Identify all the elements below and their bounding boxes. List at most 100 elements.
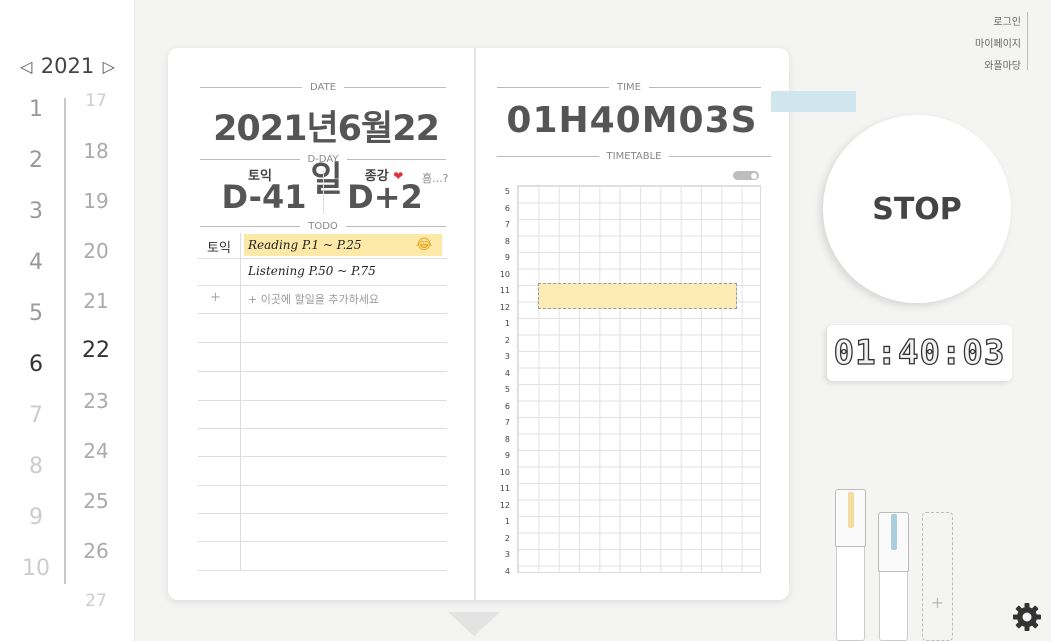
bottom-toggle-tab-icon[interactable] <box>448 612 500 636</box>
hour-label: 12 <box>499 302 510 312</box>
todo-row-line <box>198 400 447 401</box>
blue-pen-clip <box>891 514 897 550</box>
timetable-grid[interactable] <box>517 185 761 573</box>
stop-label: STOP <box>872 191 962 227</box>
next-year-icon[interactable]: ▷ <box>103 57 115 76</box>
lcd-time: 01:40:03 <box>833 332 1006 373</box>
month-item[interactable]: 10 <box>18 547 54 598</box>
hour-label: 2 <box>504 533 510 543</box>
day-item[interactable]: 18 <box>74 134 118 184</box>
hour-label: 5 <box>504 385 510 394</box>
dday-label: D-DAY <box>307 153 339 165</box>
mypage-link[interactable]: 마이페이지 <box>975 34 1021 56</box>
login-link[interactable]: 로그인 <box>975 12 1021 34</box>
laughing-emoji-icon: 😂 <box>416 237 433 253</box>
month-item[interactable]: 7 <box>18 394 54 445</box>
todo-section-label: TODO <box>200 219 446 233</box>
day-item[interactable]: 24 <box>74 434 118 484</box>
nav-divider <box>1027 12 1028 70</box>
hour-label: 9 <box>504 451 510 460</box>
day-item[interactable]: 21 <box>74 284 118 334</box>
wapple-link[interactable]: 와플마당 <box>975 56 1021 78</box>
todo-category: 토익 <box>207 241 231 256</box>
month-item[interactable]: 8 <box>18 445 54 496</box>
day-item[interactable]: 22 <box>74 334 118 384</box>
hour-label: 7 <box>504 418 510 427</box>
hour-label: 6 <box>504 203 510 213</box>
month-item[interactable]: 3 <box>18 190 54 241</box>
calendar-divider <box>64 98 66 584</box>
month-item[interactable]: 9 <box>18 496 54 547</box>
year-selector: ◁ 2021 ▷ <box>20 54 115 78</box>
hour-label: 3 <box>504 352 510 361</box>
month-item[interactable]: 2 <box>18 139 54 190</box>
todo-row-line <box>198 313 447 314</box>
time-label: TIME <box>617 81 642 93</box>
yellow-pen-clip <box>848 492 854 528</box>
day-item[interactable]: 27 <box>74 584 118 634</box>
dday-section-label: D-DAY <box>200 152 446 166</box>
dday-divider <box>323 170 324 214</box>
hour-label: 11 <box>499 484 510 493</box>
hour-label: 3 <box>504 550 510 559</box>
prev-year-icon[interactable]: ◁ <box>20 57 32 76</box>
date-label: DATE <box>310 81 337 93</box>
day-item[interactable]: 20 <box>74 234 118 284</box>
hour-label: 7 <box>504 220 510 229</box>
add-todo-input[interactable]: + 이곳에 할일을 추가하세요 <box>248 291 379 307</box>
month-item[interactable]: 5 <box>18 292 54 343</box>
hour-label: 10 <box>499 269 510 279</box>
day-item[interactable]: 25 <box>74 484 118 534</box>
hour-label: 2 <box>504 335 510 345</box>
todo-row-line <box>198 342 447 343</box>
timetable-label: TIMETABLE <box>606 150 662 162</box>
dday-value-semester[interactable]: D+2 <box>335 178 435 216</box>
hour-label: 4 <box>504 368 510 378</box>
hour-label: 9 <box>504 253 510 262</box>
day-item[interactable]: 26 <box>74 534 118 584</box>
hour-label: 12 <box>499 500 510 510</box>
add-todo-plus-icon[interactable]: + <box>210 290 221 305</box>
hour-label: 8 <box>504 434 510 444</box>
todo-column-divider <box>240 233 241 570</box>
todo-item-reading[interactable]: Reading P.1 ~ P.25 <box>244 234 442 256</box>
hour-label: 1 <box>504 319 510 328</box>
timetable-study-slot[interactable] <box>538 283 737 309</box>
time-display: 01H40M03S <box>506 100 758 141</box>
todo-row-line <box>198 258 447 259</box>
washi-tape <box>771 91 856 112</box>
month-item[interactable]: 1 <box>18 88 54 139</box>
stop-button[interactable]: STOP <box>823 115 1011 303</box>
timetable-hours: 5 6 7 8 9 10 11 12 1 2 3 4 5 6 7 8 9 10 11 12 1 2 3 4 <box>496 185 510 581</box>
add-pen-plus-icon: + <box>930 593 945 612</box>
day-item[interactable]: 23 <box>74 384 118 434</box>
timetable-section-label: TIMETABLE <box>497 149 771 163</box>
hour-label: 8 <box>504 236 510 246</box>
dday-more-text[interactable]: 흠...? <box>422 170 448 186</box>
settings-gear-icon[interactable] <box>1011 601 1043 633</box>
day-item[interactable]: 17 <box>74 84 118 134</box>
day-list: 17 18 19 20 21 22 23 24 25 26 27 <box>74 84 118 634</box>
month-item[interactable]: 6 <box>18 343 54 394</box>
todo-row-line <box>198 513 447 514</box>
todo-label: TODO <box>308 220 338 232</box>
todo-row-line <box>198 456 447 457</box>
day-item[interactable]: 19 <box>74 184 118 234</box>
todo-row-line <box>198 485 447 486</box>
timetable-toggle[interactable] <box>733 171 759 180</box>
month-item[interactable]: 4 <box>18 241 54 292</box>
calendar-sidebar: ◁ 2021 ▷ 1 2 3 4 5 6 7 8 9 10 17 18 19 20 21 22 23 24 25 2… <box>0 0 135 641</box>
hour-label: 1 <box>504 517 510 526</box>
add-pen-slot[interactable]: + <box>922 512 953 641</box>
dday-value-toeic[interactable]: D-41 <box>214 178 314 216</box>
hour-label: 6 <box>504 401 510 411</box>
top-nav: 로그인 마이페이지 와플마당 <box>975 12 1021 78</box>
todo-row-line <box>198 285 447 286</box>
month-list: 1 2 3 4 5 6 7 8 9 10 <box>18 88 54 598</box>
timer-lcd-display: 01:40:03 <box>827 325 1012 381</box>
year-label: 2021 <box>40 54 95 78</box>
hour-label: 4 <box>504 566 510 576</box>
todo-item-listening[interactable]: Listening P.50 ~ P.75 <box>244 260 442 282</box>
hour-label: 11 <box>499 286 510 295</box>
date-section-label: DATE <box>200 80 446 94</box>
